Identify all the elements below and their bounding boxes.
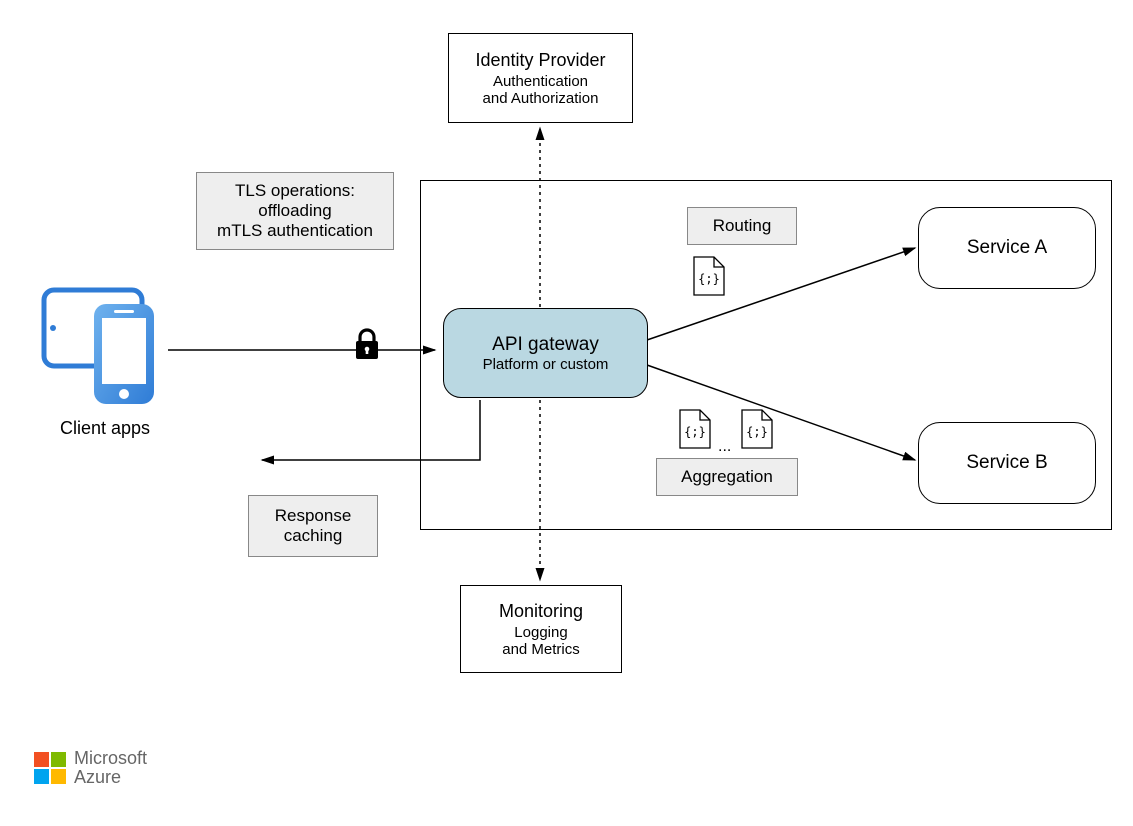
- client-apps-label: Client apps: [50, 418, 160, 439]
- routing-file-icon: {;}: [692, 255, 726, 297]
- client-devices-icon: [32, 282, 167, 407]
- identity-sub2: and Authorization: [483, 90, 599, 107]
- response-caching-box: Response caching: [248, 495, 378, 557]
- aggregation-ellipsis: ...: [718, 438, 731, 456]
- aggregation-file-icon-1: {;}: [678, 408, 712, 450]
- api-gateway-box: API gateway Platform or custom: [443, 308, 648, 398]
- lock-icon: [352, 327, 382, 363]
- ms-square-green: [51, 752, 66, 767]
- identity-provider-box: Identity Provider Authentication and Aut…: [448, 33, 633, 123]
- ms-square-yellow: [51, 769, 66, 784]
- response-l1: Response: [275, 506, 352, 526]
- service-a-box: Service A: [918, 207, 1096, 289]
- brand-line1: Microsoft: [74, 749, 147, 768]
- service-a-label: Service A: [967, 237, 1047, 259]
- identity-sub1: Authentication: [493, 73, 588, 90]
- microsoft-logo-grid: [34, 752, 66, 784]
- monitoring-sub2: and Metrics: [502, 641, 580, 658]
- svg-text:{;}: {;}: [684, 425, 706, 439]
- microsoft-azure-logo: Microsoft Azure: [34, 749, 147, 787]
- tls-line2: offloading: [258, 201, 331, 221]
- svg-text:{;}: {;}: [698, 272, 720, 286]
- brand-text: Microsoft Azure: [74, 749, 147, 787]
- brand-line2: Azure: [74, 768, 147, 787]
- service-b-box: Service B: [918, 422, 1096, 504]
- gateway-subtitle: Platform or custom: [483, 356, 609, 373]
- monitoring-box: Monitoring Logging and Metrics: [460, 585, 622, 673]
- identity-title: Identity Provider: [475, 50, 605, 71]
- tls-operations-box: TLS operations: offloading mTLS authenti…: [196, 172, 394, 250]
- ms-square-blue: [34, 769, 49, 784]
- tls-line3: mTLS authentication: [217, 221, 373, 241]
- response-l2: caching: [284, 526, 343, 546]
- aggregation-label: Aggregation: [681, 467, 773, 487]
- ms-square-red: [34, 752, 49, 767]
- service-b-label: Service B: [966, 452, 1047, 474]
- routing-label: Routing: [713, 216, 772, 236]
- monitoring-sub1: Logging: [514, 624, 567, 641]
- aggregation-file-icon-2: {;}: [740, 408, 774, 450]
- monitoring-title: Monitoring: [499, 601, 583, 622]
- tls-line1: TLS operations:: [235, 181, 355, 201]
- svg-text:{;}: {;}: [746, 425, 768, 439]
- gateway-title: API gateway: [492, 334, 599, 356]
- aggregation-label-box: Aggregation: [656, 458, 798, 496]
- routing-label-box: Routing: [687, 207, 797, 245]
